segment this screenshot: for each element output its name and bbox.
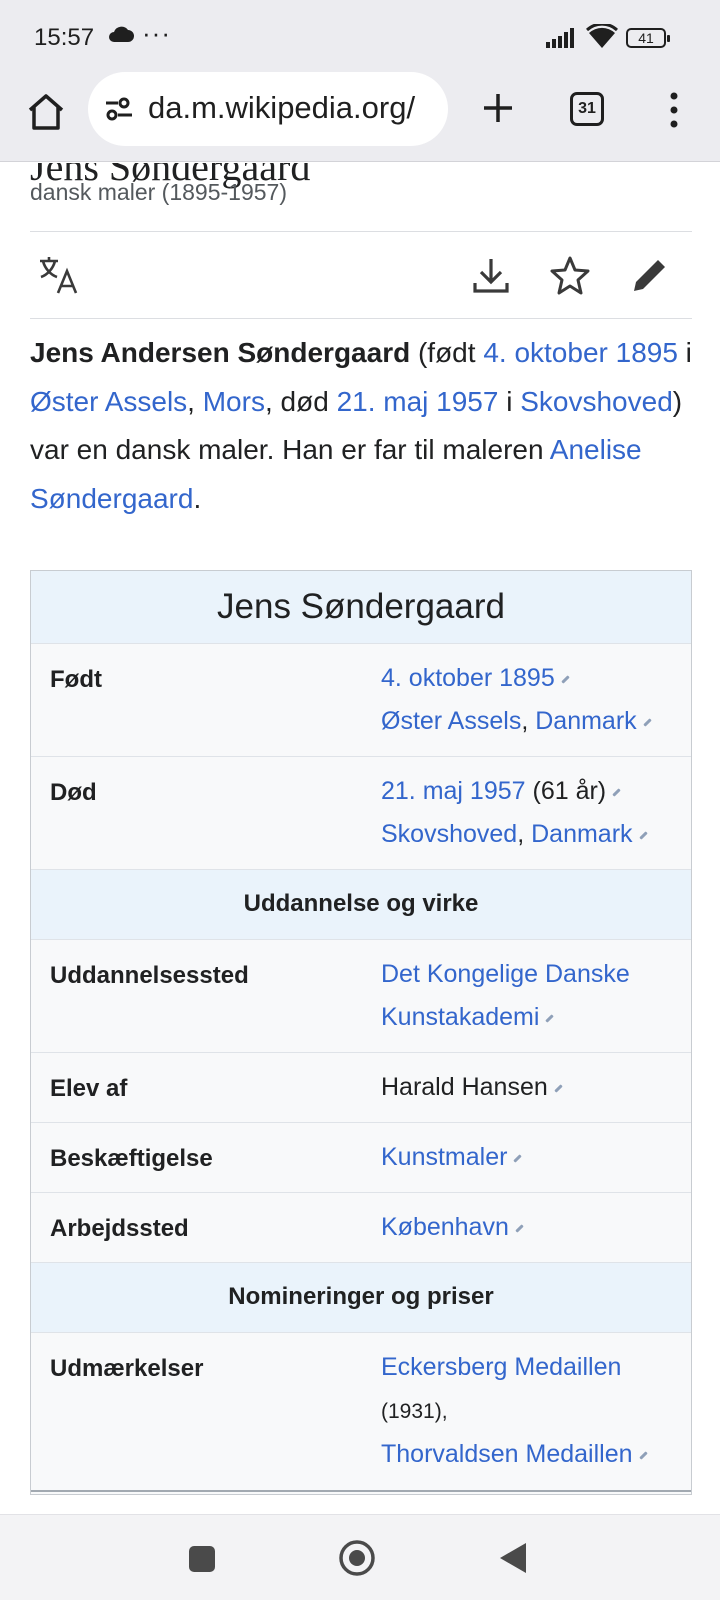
battery-level: 41 — [638, 30, 654, 46]
edit-pencil-icon[interactable] — [612, 788, 621, 797]
died-place-link[interactable]: Skovshoved — [381, 820, 517, 848]
infobox-label: Elev af — [50, 1075, 128, 1102]
born-country-link[interactable]: Danmark — [535, 707, 636, 735]
died-date-link[interactable]: 21. maj 1957 — [381, 777, 526, 805]
infobox-value: Eckersberg Medaillen (1931), Thorvaldsen… — [381, 1346, 681, 1476]
edit-pencil-icon[interactable] — [642, 718, 652, 727]
workplace-link[interactable]: København — [381, 1213, 509, 1241]
award-year: (1931), — [381, 1400, 448, 1423]
intro-text: , død — [264, 385, 337, 417]
separator: , — [521, 707, 536, 735]
infobox: Jens Søndergaard Født 4. oktober 1895 Øs… — [30, 570, 692, 1495]
notification-dots: ··· — [142, 18, 171, 48]
article-page: Jens Søndergaard dansk maler (1895-1957) — [0, 163, 720, 1513]
home-button[interactable] — [338, 1539, 376, 1582]
intro-text: i — [677, 337, 692, 368]
intro-text: . — [193, 482, 202, 514]
infobox-section-header: Nomineringer og priser — [31, 1262, 691, 1332]
infobox-row-education: Uddannelsessted Det Kongelige Danske Kun… — [31, 939, 691, 1052]
infobox-section-header: Uddannelse og virke — [31, 869, 691, 939]
edit-pencil-icon[interactable] — [561, 675, 570, 684]
signal-icon — [546, 28, 578, 53]
education-link[interactable]: Det Kongelige Danske Kunstakademi — [381, 960, 630, 1031]
award-link[interactable]: Eckersberg Medaillen — [381, 1353, 621, 1381]
edit-pencil-icon[interactable] — [638, 1451, 648, 1460]
intro-link[interactable]: Mors — [203, 386, 265, 417]
infobox-label: Uddannelsessted — [50, 962, 249, 989]
infobox-bottom-rule — [31, 1490, 691, 1494]
infobox-label: Beskæftigelse — [50, 1145, 213, 1172]
intro-link[interactable]: 4. oktober 1895 — [483, 337, 678, 368]
born-date-link[interactable]: 4. oktober 1895 — [381, 664, 555, 692]
infobox-row-died: Død 21. maj 1957 (61 år) Skovshoved, Dan… — [31, 756, 691, 869]
died-country-link[interactable]: Danmark — [531, 820, 632, 848]
born-place-link[interactable]: Øster Assels — [381, 707, 521, 735]
separator: , — [517, 820, 532, 848]
pencil-icon[interactable] — [628, 253, 672, 297]
student-of-value: Harald Hansen — [381, 1073, 548, 1101]
infobox-value: 4. oktober 1895 Øster Assels, Danmark — [381, 657, 681, 743]
intro-text: (født — [410, 337, 484, 368]
infobox-value: Kunstmaler — [381, 1136, 681, 1179]
edit-pencil-icon[interactable] — [545, 1014, 555, 1023]
back-button[interactable] — [498, 1541, 528, 1580]
infobox-value: Harald Hansen — [381, 1066, 681, 1109]
edit-pencil-icon[interactable] — [513, 1154, 523, 1163]
new-tab-icon[interactable] — [478, 86, 518, 130]
infobox-row-student-of: Elev af Harald Hansen — [31, 1052, 691, 1122]
occupation-link[interactable]: Kunstmaler — [381, 1143, 507, 1171]
edit-pencil-icon[interactable] — [638, 831, 648, 840]
intro-link[interactable]: Skovshoved — [520, 386, 673, 417]
home-icon[interactable] — [24, 90, 68, 134]
infobox-value: København — [381, 1206, 681, 1249]
divider — [30, 318, 692, 319]
infobox-row-born: Født 4. oktober 1895 Øster Assels, Danma… — [31, 643, 691, 756]
infobox-label: Arbejdssted — [50, 1215, 189, 1242]
status-bar: 15:57 ··· 41 — [0, 0, 720, 72]
address-bar[interactable]: da.m.wikipedia.org/ — [88, 72, 448, 146]
download-icon[interactable] — [469, 253, 513, 297]
page-actions-bar — [30, 231, 692, 317]
intro-text: , — [187, 385, 203, 417]
translate-icon[interactable] — [36, 253, 80, 297]
intro-text: i — [498, 385, 521, 417]
url-text[interactable]: da.m.wikipedia.org/ — [148, 90, 415, 126]
recents-button[interactable] — [188, 1545, 216, 1578]
tab-switcher-button[interactable]: 31 — [570, 92, 604, 126]
browser-toolbar: da.m.wikipedia.org/ 31 — [0, 72, 720, 162]
intro-bold-name: Jens Andersen Søndergaard — [30, 337, 411, 368]
page-subtitle: dansk maler (1895-1957) — [30, 179, 287, 205]
infobox-title: Jens Søndergaard — [31, 571, 691, 643]
status-time: 15:57 — [34, 24, 95, 51]
edit-pencil-icon[interactable] — [554, 1084, 563, 1093]
award-link[interactable]: Thorvaldsen Medaillen — [381, 1440, 633, 1468]
intro-link[interactable]: Øster Assels — [30, 386, 187, 417]
more-vert-icon[interactable] — [660, 88, 688, 132]
infobox-value: 21. maj 1957 (61 år) Skovshoved, Danmark — [381, 770, 681, 856]
infobox-row-workplace: Arbejdssted København — [31, 1192, 691, 1262]
site-settings-icon[interactable] — [104, 96, 134, 127]
infobox-label: Død — [50, 779, 97, 806]
infobox-label: Født — [50, 666, 102, 693]
system-nav-bar — [0, 1514, 720, 1600]
wifi-icon — [585, 22, 619, 55]
battery-icon: 41 — [626, 28, 670, 48]
infobox-label: Udmærkelser — [50, 1355, 204, 1382]
died-age: (61 år) — [525, 777, 607, 805]
infobox-row-occupation: Beskæftigelse Kunstmaler — [31, 1122, 691, 1192]
infobox-row-awards: Udmærkelser Eckersberg Medaillen (1931),… — [31, 1332, 691, 1490]
intro-paragraph: Jens Andersen Søndergaard (født 4. oktob… — [30, 329, 692, 523]
infobox-value: Det Kongelige Danske Kunstakademi — [381, 953, 681, 1039]
intro-link[interactable]: 21. maj 1957 — [337, 386, 499, 417]
edit-pencil-icon[interactable] — [515, 1224, 524, 1233]
star-icon[interactable] — [548, 253, 592, 297]
cloud-icon — [108, 26, 134, 47]
